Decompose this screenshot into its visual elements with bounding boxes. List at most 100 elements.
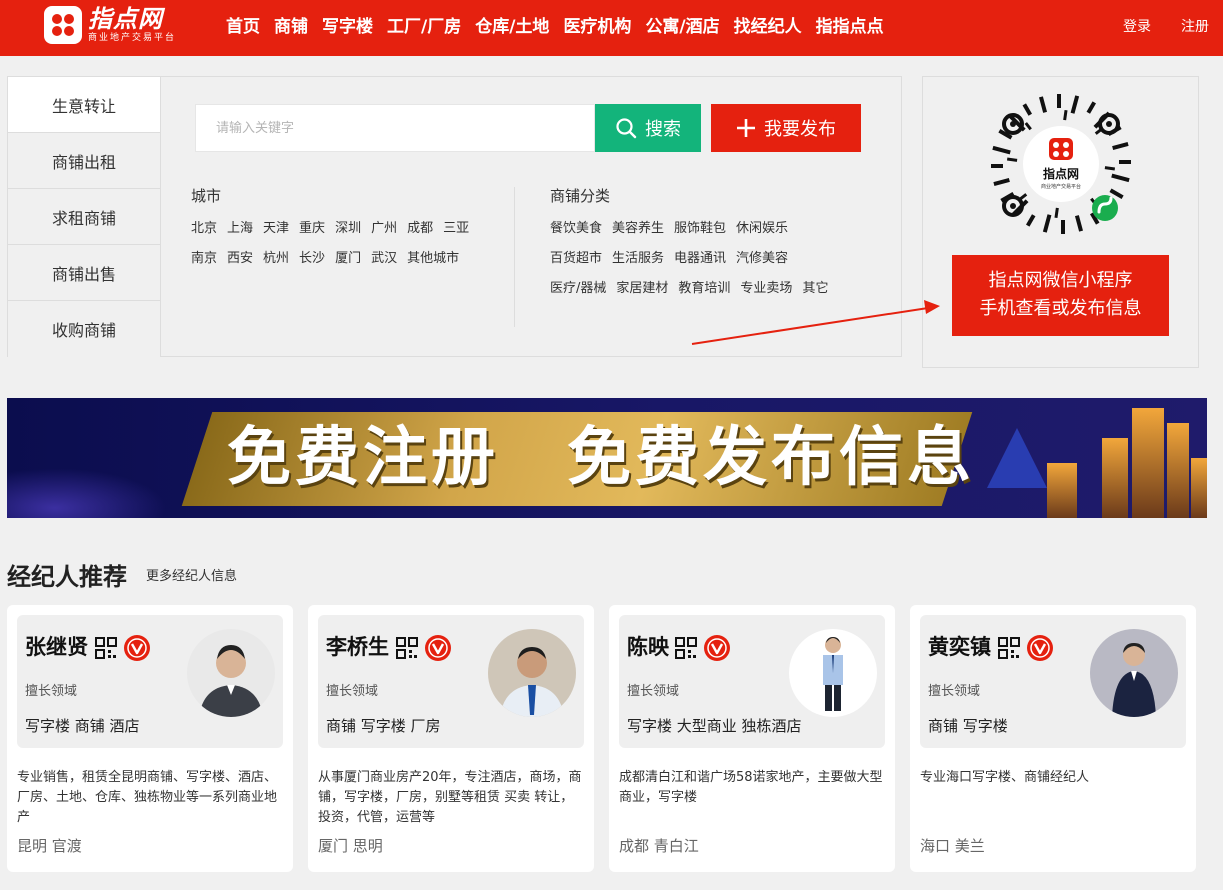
mini-program-promo[interactable]: 指点网微信小程序 手机查看或发布信息 xyxy=(952,255,1169,336)
banner-building xyxy=(1047,463,1077,518)
city-link[interactable]: 西安 xyxy=(227,251,253,267)
tab-shop-sale[interactable]: 商铺出售 xyxy=(8,245,160,301)
banner-building xyxy=(1167,423,1189,518)
nav-item-factories[interactable]: 工厂/厂房 xyxy=(387,14,461,40)
nav-item-home[interactable]: 首页 xyxy=(226,14,260,40)
qr-code-icon[interactable] xyxy=(998,637,1020,659)
nav-item-warehouse-land[interactable]: 仓库/土地 xyxy=(475,14,549,40)
category-link[interactable]: 家居建材 xyxy=(616,281,668,297)
agent-bio: 从事厦门商业房产20年，专注酒店，商场，商铺，写字楼，厂房，别墅等租赁 买卖 转… xyxy=(318,770,582,825)
specialty-label: 擅长领域 xyxy=(627,684,680,699)
agent-avatar xyxy=(187,629,275,717)
category-link[interactable]: 休闲娱乐 xyxy=(736,221,788,237)
logo-slogan: 商业地产交易平台 xyxy=(88,33,177,43)
banner-building xyxy=(1191,458,1207,518)
nav-item-shops[interactable]: 商铺 xyxy=(274,14,308,40)
promo-line-2: 手机查看或发布信息 xyxy=(979,298,1142,319)
city-link[interactable]: 天津 xyxy=(263,221,289,237)
register-banner[interactable]: 免费注册 免费发布信息 xyxy=(7,398,1207,518)
nav-item-apartment-hotel[interactable]: 公寓/酒店 xyxy=(645,14,719,40)
category-link[interactable]: 专业卖场 xyxy=(740,281,792,297)
agent-card[interactable]: 李桥生 擅长领域 商铺 写字楼 厂房 从事厦门商业房产20年，专注酒店，商场，商… xyxy=(308,605,594,872)
category-link[interactable]: 百货超市 xyxy=(550,251,602,267)
verified-badge-icon xyxy=(1027,635,1053,661)
nav-item-find-agent[interactable]: 找经纪人 xyxy=(734,14,802,40)
top-navigation-bar: 指点网 商业地产交易平台 首页 商铺 写字楼 工厂/厂房 仓库/土地 医疗机构 … xyxy=(0,0,1223,56)
banner-building xyxy=(1132,408,1164,518)
arrow-pointer-icon xyxy=(691,300,940,345)
city-link[interactable]: 广州 xyxy=(371,221,397,237)
search-button-label: 搜索 xyxy=(645,119,681,140)
publish-button[interactable]: 我要发布 xyxy=(711,104,861,152)
verified-badge-icon xyxy=(124,635,150,661)
category-link[interactable]: 餐饮美食 xyxy=(550,221,602,237)
city-link[interactable]: 成都 xyxy=(407,221,433,237)
banner-text: 免费注册 免费发布信息 xyxy=(227,421,975,495)
plus-icon xyxy=(737,119,755,137)
promo-line-1: 指点网微信小程序 xyxy=(988,270,1133,291)
agent-location: 昆明 官渡 xyxy=(17,837,82,855)
category-link[interactable]: 美容养生 xyxy=(612,221,664,237)
agent-avatar xyxy=(488,629,576,717)
tab-shop-wanted[interactable]: 求租商铺 xyxy=(8,189,160,245)
qr-code-icon[interactable] xyxy=(675,637,697,659)
category-link[interactable]: 生活服务 xyxy=(612,251,664,267)
qr-code-icon[interactable] xyxy=(95,637,117,659)
city-link[interactable]: 厦门 xyxy=(335,251,361,267)
listing-type-tabs: 生意转让 商铺出租 求租商铺 商铺出售 收购商铺 xyxy=(8,77,161,357)
category-link[interactable]: 汽修美容 xyxy=(736,251,788,267)
agent-bio: 专业销售，租赁全昆明商铺、写字楼、酒店、厂房、土地、仓库、独栋物业等一系列商业地… xyxy=(17,770,278,825)
category-link[interactable]: 服饰鞋包 xyxy=(674,221,726,237)
banner-building xyxy=(1102,438,1128,518)
main-nav: 首页 商铺 写字楼 工厂/厂房 仓库/土地 医疗机构 公寓/酒店 找经纪人 指指… xyxy=(226,14,884,40)
city-link[interactable]: 上海 xyxy=(227,221,253,237)
agent-card[interactable]: 黄奕镇 擅长领域 商铺 写字楼 专业海口写字楼、商铺经纪人 海口 美兰 xyxy=(910,605,1196,872)
login-link[interactable]: 登录 xyxy=(1123,16,1151,38)
agent-card[interactable]: 陈映 擅长领域 写字楼 大型商业 独栋酒店 成都清白江和谐广场58诺家地产，主要… xyxy=(609,605,895,872)
nav-item-medical[interactable]: 医疗机构 xyxy=(563,14,631,40)
specialty-label: 擅长领域 xyxy=(25,684,78,699)
search-input[interactable] xyxy=(195,104,595,152)
city-link[interactable]: 重庆 xyxy=(299,221,325,237)
category-link[interactable]: 医疗/器械 xyxy=(550,281,606,297)
city-link[interactable]: 三亚 xyxy=(443,221,469,237)
city-link[interactable]: 南京 xyxy=(191,251,217,267)
publish-button-label: 我要发布 xyxy=(764,119,836,140)
search-button[interactable]: 搜索 xyxy=(595,104,701,152)
tab-business-transfer[interactable]: 生意转让 xyxy=(8,77,160,133)
qr-logo-sub: 商业地产交易平台 xyxy=(1041,183,1081,190)
category-link[interactable]: 教育培训 xyxy=(678,281,730,297)
agents-section-title: 经纪人推荐 xyxy=(7,563,127,591)
city-link[interactable]: 其他城市 xyxy=(407,251,459,267)
register-link[interactable]: 注册 xyxy=(1181,16,1209,38)
agent-card[interactable]: 张继贤 擅长领域 写字楼 商铺 酒店 专业销售，租赁全昆明商铺、写字楼、酒店、厂… xyxy=(7,605,293,872)
category-link[interactable]: 其它 xyxy=(802,281,828,297)
search-icon xyxy=(616,118,637,139)
city-link[interactable]: 杭州 xyxy=(263,251,289,267)
agent-name: 张继贤 xyxy=(25,635,88,659)
mini-program-qr-code[interactable]: 指点网 商业地产交易平台 xyxy=(987,90,1135,238)
city-link[interactable]: 武汉 xyxy=(371,251,397,267)
nav-item-forum[interactable]: 指指点点 xyxy=(816,14,884,40)
agent-name: 李桥生 xyxy=(326,635,389,659)
site-logo[interactable]: 指点网 商业地产交易平台 xyxy=(44,6,184,46)
specialty-label: 擅长领域 xyxy=(326,684,379,699)
qr-logo-text: 指点网 xyxy=(1043,166,1079,181)
agent-card-header: 李桥生 擅长领域 商铺 写字楼 厂房 xyxy=(318,615,584,748)
category-links: 餐饮美食 美容养生 服饰鞋包 休闲娱乐 百货超市 生活服务 电器通讯 汽修美容 … xyxy=(550,221,840,297)
nav-item-offices[interactable]: 写字楼 xyxy=(322,14,373,40)
city-link[interactable]: 长沙 xyxy=(299,251,325,267)
agent-card-header: 黄奕镇 擅长领域 商铺 写字楼 xyxy=(920,615,1186,748)
auth-links: 登录 注册 xyxy=(1123,16,1209,38)
city-title: 城市 xyxy=(191,187,222,205)
tab-shop-rent[interactable]: 商铺出租 xyxy=(8,133,160,189)
more-agents-link[interactable]: 更多经纪人信息 xyxy=(146,567,237,587)
verified-badge-icon xyxy=(425,635,451,661)
tab-shop-acquire[interactable]: 收购商铺 xyxy=(8,301,160,357)
category-link[interactable]: 电器通讯 xyxy=(674,251,726,267)
agent-avatar xyxy=(789,629,877,717)
agent-bio: 专业海口写字楼、商铺经纪人 xyxy=(920,770,1090,785)
qr-code-icon[interactable] xyxy=(396,637,418,659)
city-link[interactable]: 深圳 xyxy=(335,221,361,237)
city-link[interactable]: 北京 xyxy=(191,221,217,237)
